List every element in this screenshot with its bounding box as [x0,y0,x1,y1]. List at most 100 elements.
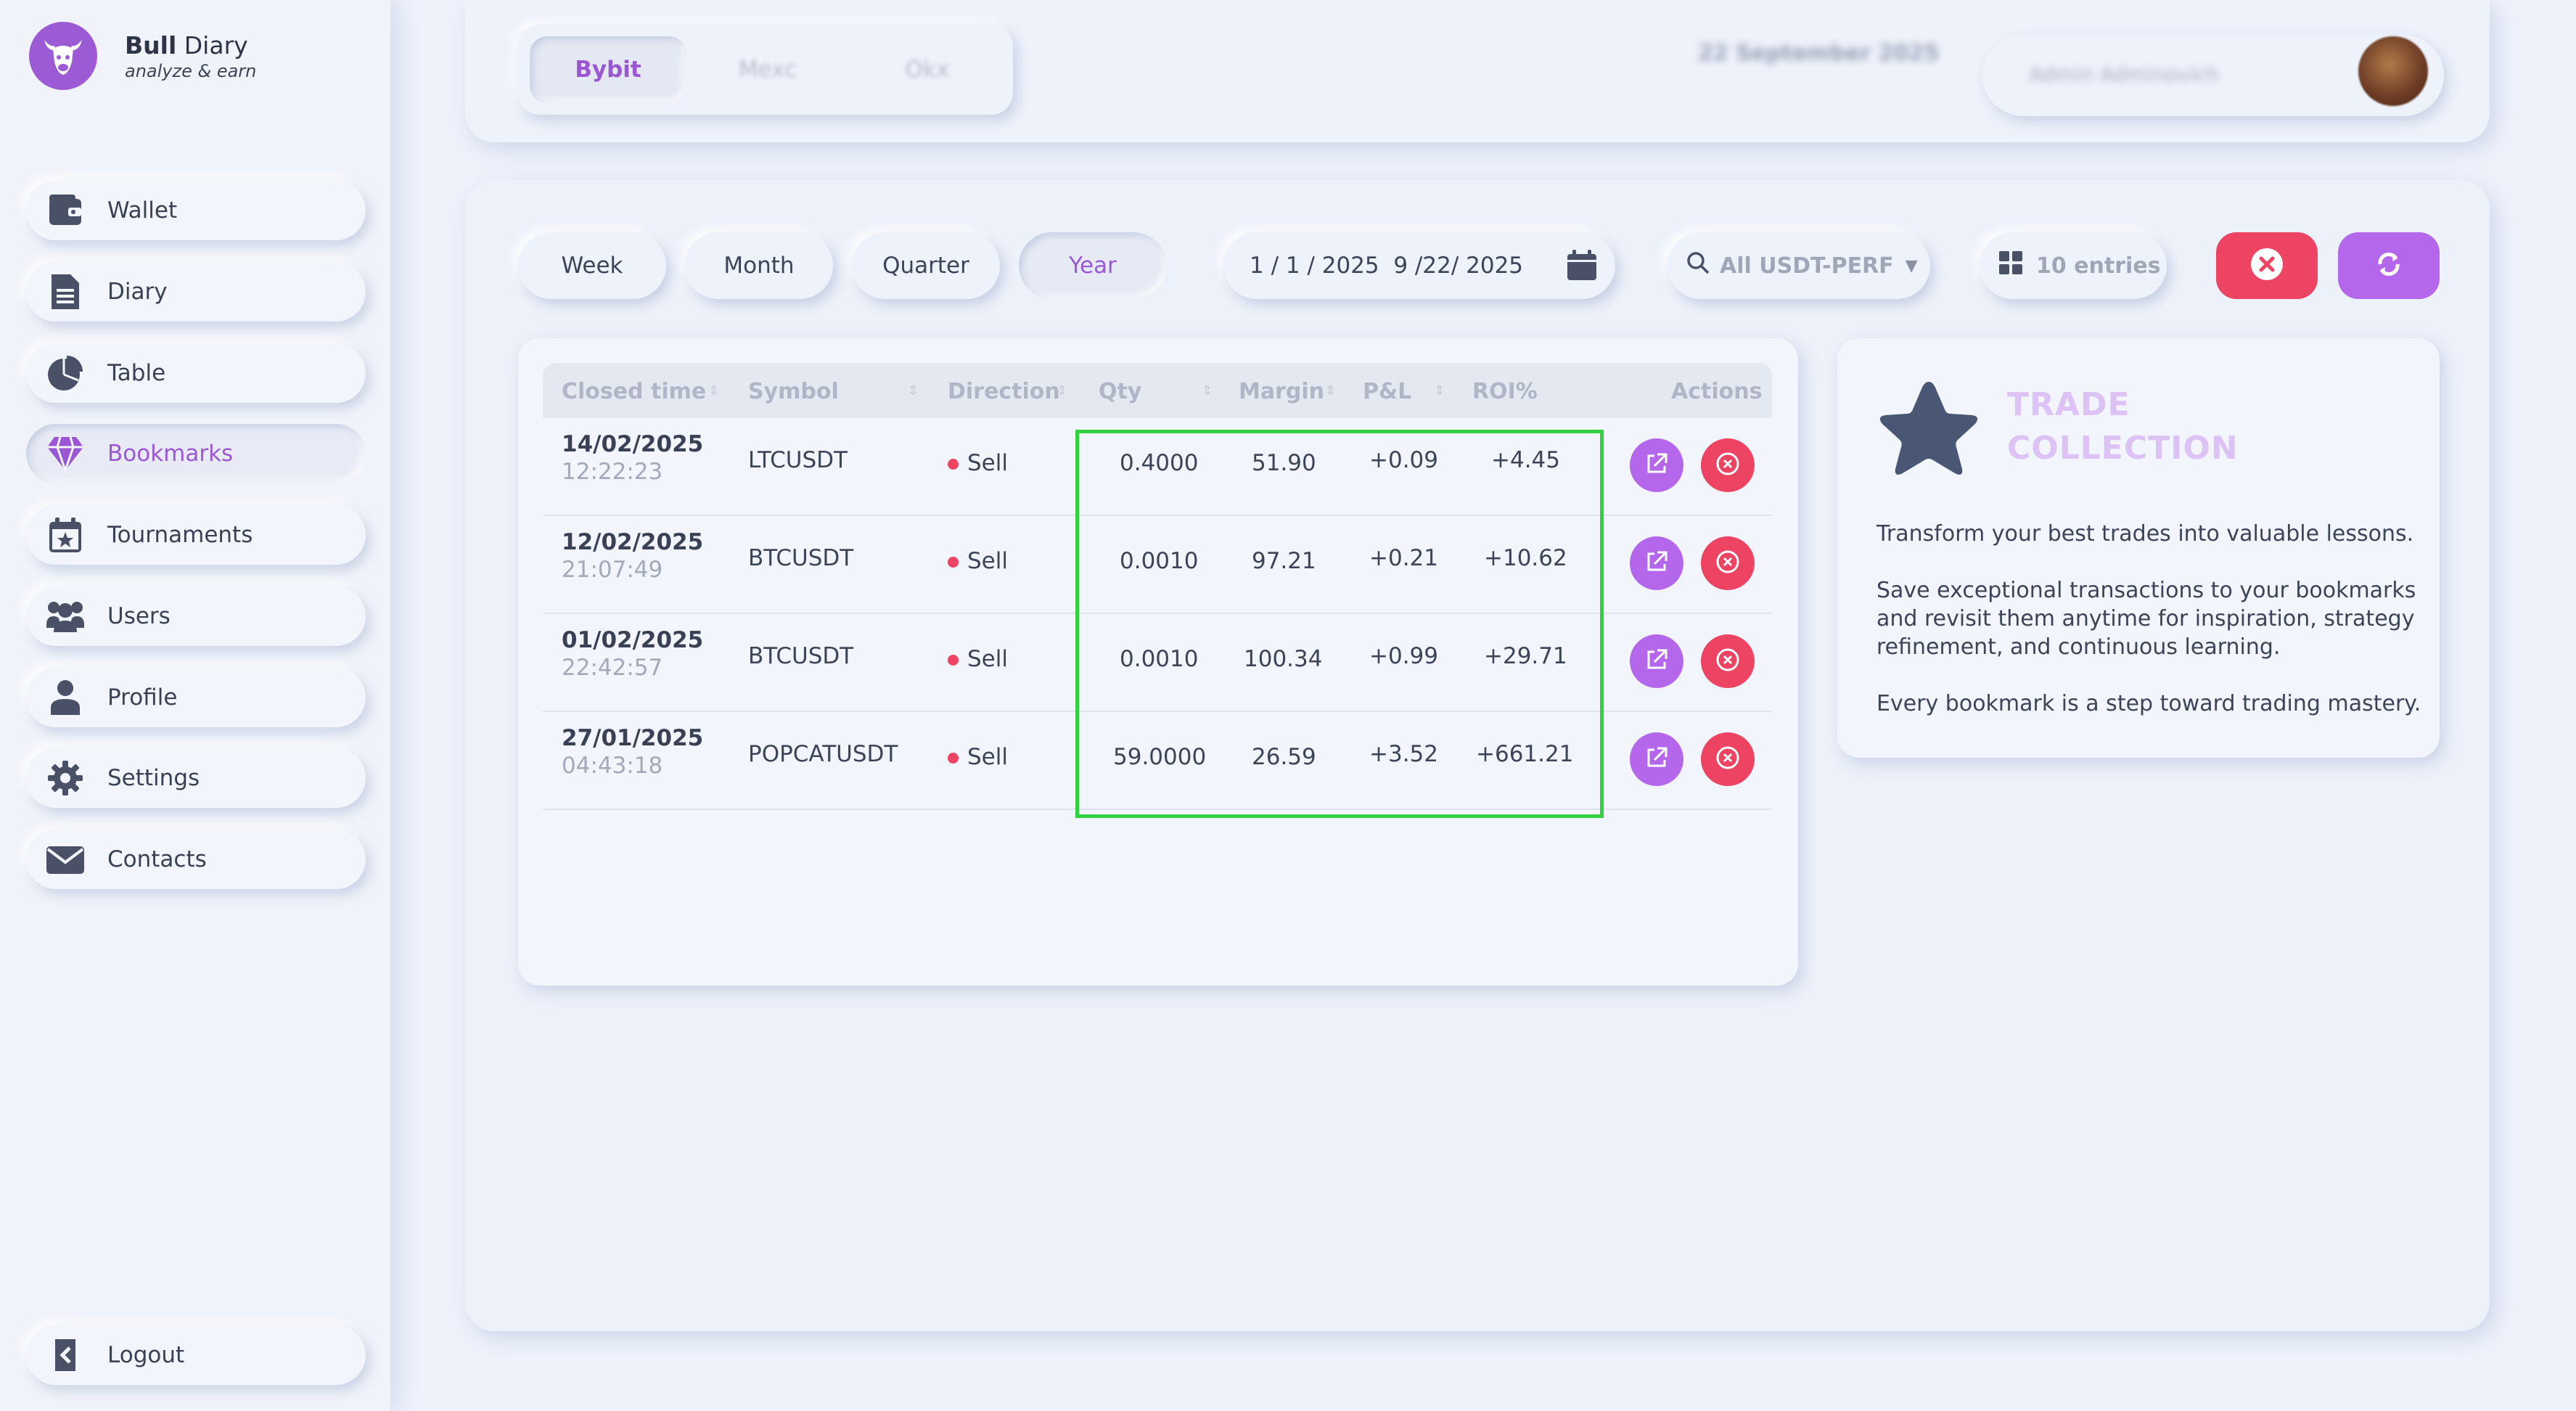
column-roi[interactable]: ROI% [1472,379,1538,404]
table-header: Closed time ⇕ Symbol ⇕ Direction ⇕ Qty ⇕… [543,363,1772,418]
exchange-switcher: Bybit Mexc Okx [518,25,1013,115]
column-direction[interactable]: Direction [948,379,1060,404]
tab-bybit[interactable]: Bybit [530,36,686,103]
logout-button[interactable]: Logout [26,1325,366,1385]
closed-date: 14/02/2025 [562,431,704,457]
entries-select[interactable]: 10 entries [1980,232,2167,299]
period-week-button[interactable]: Week [518,232,666,299]
avatar[interactable] [2358,36,2428,106]
refresh-icon [2373,248,2405,283]
sidebar-item-settings[interactable]: Settings [26,748,366,808]
period-quarter-button[interactable]: Quarter [852,232,1000,299]
sort-icon[interactable]: ⇕ [1057,383,1067,398]
symbol-filter-value: All USDT-PERF [1720,253,1894,279]
current-date: 22 September 2025 [1698,41,1940,66]
brand-logo[interactable]: Bull Diary analyze & earn [29,22,256,90]
calendar-icon[interactable] [1566,250,1598,287]
card-paragraph-1: Transform your best trades into valuable… [1876,521,2414,547]
sidebar-item-users[interactable]: Users [26,586,366,646]
close-icon [2249,247,2284,285]
sidebar-item-contacts[interactable]: Contacts [26,830,366,889]
sidebar-item-diary[interactable]: Diary [26,262,366,322]
highlight-box [1075,430,1604,818]
date-range-text: 1 / 1 / 2025 9 /22/ 2025 [1250,253,1524,279]
column-symbol[interactable]: Symbol [748,379,839,404]
sidebar-item-label: Profile [107,684,178,711]
sidebar-item-wallet[interactable]: Wallet [26,181,366,240]
column-closed-time[interactable]: Closed time [562,379,706,404]
sort-icon[interactable]: ⇕ [1202,383,1213,398]
sidebar-item-table[interactable]: Table [26,343,366,403]
clear-filters-button[interactable] [2216,232,2318,299]
card-paragraph-2: Save exceptional transactions to your bo… [1876,578,2416,660]
tab-okx[interactable]: Okx [849,36,1006,103]
sort-icon[interactable]: ⇕ [708,383,719,398]
bull-icon [29,22,97,90]
column-actions: Actions [1671,379,1763,404]
external-link-icon [1644,745,1669,773]
symbol-cell: BTCUSDT [748,545,854,571]
symbol-cell: LTCUSDT [748,447,848,473]
open-trade-button[interactable] [1630,732,1683,786]
gear-icon [45,758,86,798]
users-icon [45,596,86,637]
card-title: TRADE COLLECTION [2007,386,2239,467]
sort-icon[interactable]: ⇕ [908,383,919,398]
envelope-icon [45,839,86,880]
sidebar-item-bookmarks[interactable]: Bookmarks [26,424,366,483]
sidebar-item-label: Bookmarks [107,441,234,467]
period-year-button[interactable]: Year [1019,232,1167,299]
symbol-filter-select[interactable]: All USDT-PERF ▼ [1668,232,1930,299]
date-range-picker[interactable]: 1 / 1 / 2025 9 /22/ 2025 [1223,232,1615,299]
column-margin[interactable]: Margin [1239,379,1324,404]
closed-time: 12:22:23 [562,459,663,485]
closed-date: 12/02/2025 [562,529,704,555]
sidebar-item-label: Users [107,603,171,629]
remove-bookmark-button[interactable] [1701,634,1755,688]
remove-bookmark-button[interactable] [1701,536,1755,590]
tab-mexc[interactable]: Mexc [689,36,846,103]
gem-icon [45,433,86,474]
symbol-cell: BTCUSDT [748,643,854,669]
sidebar-item-tournaments[interactable]: Tournaments [26,505,366,565]
close-icon [1714,744,1742,774]
external-link-icon [1644,647,1669,675]
direction-cell: Sell [948,744,1008,770]
brand-tagline: analyze & earn [125,60,257,81]
user-menu[interactable]: Admin Adminovich [1982,35,2444,116]
external-link-icon [1644,549,1669,577]
external-link-icon [1644,451,1669,479]
star-icon [1875,377,1982,483]
sort-icon[interactable]: ⇕ [1434,383,1445,398]
search-icon [1686,251,1710,280]
open-trade-button[interactable] [1630,438,1683,492]
grid-icon [1998,250,2023,281]
document-icon [45,271,86,312]
pie-chart-icon [45,353,86,393]
refresh-button[interactable] [2338,232,2440,299]
sidebar: Bull Diary analyze & earn Wallet Diary T… [0,0,390,1411]
column-qty[interactable]: Qty [1099,379,1141,404]
close-icon [1714,548,1742,578]
remove-bookmark-button[interactable] [1701,438,1755,492]
period-month-button[interactable]: Month [685,232,833,299]
open-trade-button[interactable] [1630,634,1683,688]
brand-name: Bull Diary [125,30,248,60]
closed-time: 21:07:49 [562,557,663,583]
wallet-icon [45,190,86,231]
sidebar-item-profile[interactable]: Profile [26,668,366,727]
sidebar-item-label: Settings [107,765,200,791]
closed-date: 27/01/2025 [562,725,704,751]
close-icon [1714,450,1742,480]
open-trade-button[interactable] [1630,536,1683,590]
sort-icon[interactable]: ⇕ [1325,383,1336,398]
user-name: Admin Adminovich [2029,62,2219,86]
direction-cell: Sell [948,646,1008,672]
closed-time: 22:42:57 [562,655,663,681]
sidebar-item-label: Diary [107,279,168,305]
trade-collection-card: TRADE COLLECTION Transform your best tra… [1837,338,2440,758]
remove-bookmark-button[interactable] [1701,732,1755,786]
closed-date: 01/02/2025 [562,627,704,653]
column-pnl[interactable]: P&L [1363,379,1411,404]
close-icon [1714,646,1742,676]
